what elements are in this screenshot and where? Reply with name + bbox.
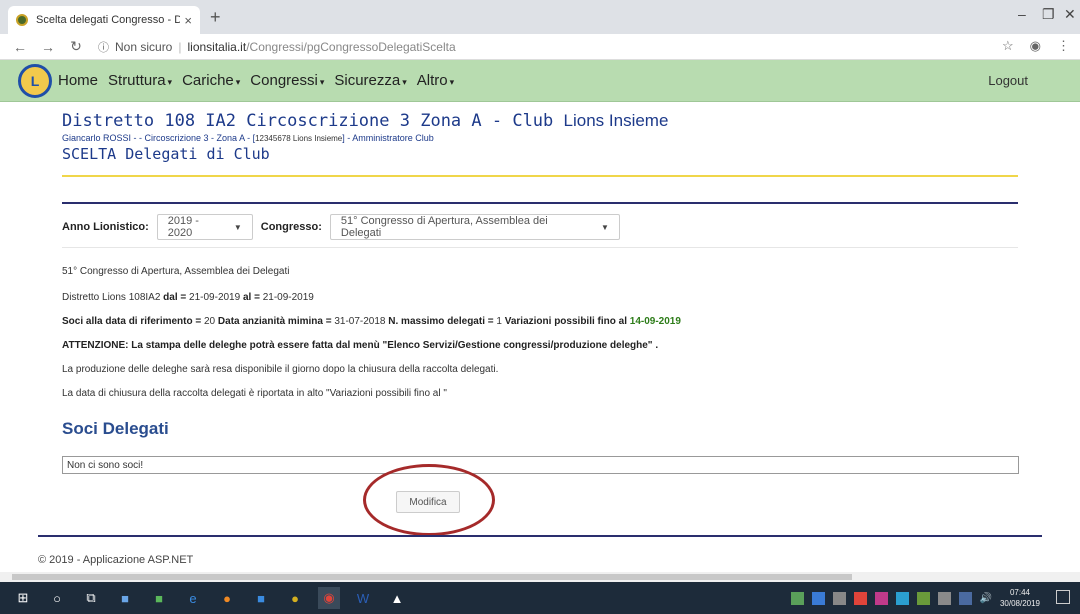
- system-tray: 🔊 07:44 30/08/2019: [790, 582, 1040, 614]
- menu-struttura[interactable]: Struttura ▾: [108, 72, 172, 89]
- lions-logo[interactable]: L: [18, 63, 52, 98]
- site-navbar: L Home Struttura ▾ Cariche ▾ Congressi ▾ Si…: [0, 60, 1080, 102]
- deadline-date: 14-09-2019: [629, 316, 681, 327]
- close-tab-icon[interactable]: ×: [184, 13, 192, 28]
- reload-icon[interactable]: ↻: [68, 38, 84, 55]
- dropdown-arrow-icon: ▼: [600, 222, 609, 232]
- footer-divider: [38, 535, 1042, 537]
- user-context-line: Giancarlo ROSSI - - Circoscrizione 3 - Z…: [62, 133, 434, 143]
- caret-down-icon: ▾: [319, 77, 325, 87]
- caret-down-icon: ▾: [235, 77, 241, 87]
- app-icon[interactable]: ■: [250, 587, 272, 609]
- info-closing-date: La data di chiusura della raccolta deleg…: [62, 388, 447, 399]
- tray-icon[interactable]: [811, 591, 825, 605]
- profile-icon[interactable]: ◉: [1030, 38, 1041, 54]
- modifica-button[interactable]: Modifica: [396, 491, 460, 513]
- page-title: Distretto 108 IA2 Circoscrizione 3 Zona …: [62, 111, 669, 131]
- url-path: /Congressi/pgCongressoDelegatiScelta: [246, 39, 456, 54]
- firefox-icon[interactable]: ●: [216, 587, 238, 609]
- info-production: La produzione delle deleghe sarà resa di…: [62, 364, 499, 375]
- tray-icon[interactable]: [895, 591, 909, 605]
- tray-icon[interactable]: [958, 591, 972, 605]
- congress-name: 51° Congresso di Apertura, Assemblea dei…: [62, 266, 290, 277]
- menu-cariche[interactable]: Cariche ▾: [182, 72, 240, 89]
- forward-icon[interactable]: →: [40, 39, 56, 55]
- close-window-icon[interactable]: ✕: [1064, 6, 1076, 23]
- navy-divider: [62, 202, 1018, 204]
- minimize-icon[interactable]: –: [1018, 6, 1026, 22]
- menu-sicurezza[interactable]: Sicurezza ▾: [334, 72, 406, 89]
- tray-icon[interactable]: [832, 591, 846, 605]
- empty-message: Non ci sono soci!: [67, 460, 144, 471]
- caret-down-icon: ▾: [402, 77, 407, 87]
- menu-home[interactable]: Home: [58, 72, 98, 89]
- attenzione-notice: ATTENZIONE: La stampa delle deleghe potr…: [62, 340, 659, 351]
- soci-table: Non ci sono soci!: [62, 456, 1019, 474]
- menu-altro[interactable]: Altro ▾: [417, 72, 454, 89]
- windows-taskbar: ⊞ ○ ⧉ ■ ■ e ● ■ ● ◉ W ▲ 🔊 07:44 30/08/20…: [0, 582, 1080, 614]
- logout-link[interactable]: Logout: [988, 73, 1028, 88]
- congresso-select[interactable]: 51° Congresso di Apertura, Assemblea dei…: [329, 214, 620, 240]
- notification-icon[interactable]: [1056, 590, 1070, 604]
- tray-icon[interactable]: [916, 591, 930, 605]
- filter-divider: [62, 247, 1018, 248]
- windows-start-icon[interactable]: ⊞: [12, 587, 34, 609]
- word-icon[interactable]: W: [352, 587, 374, 609]
- soci-summary: Soci alla data di riferimento = 20 Data …: [62, 316, 681, 327]
- menu-congressi[interactable]: Congressi ▾: [250, 72, 324, 89]
- caret-down-icon: ▾: [167, 77, 173, 87]
- tray-icon[interactable]: [790, 591, 804, 605]
- page-subtitle: SCELTA Delegati di Club: [62, 145, 270, 163]
- app-icon[interactable]: ■: [114, 587, 136, 609]
- browser-tab-bar: Scelta delegati Congresso - Distr × + – …: [0, 0, 1080, 34]
- url-separator: |: [178, 39, 182, 54]
- search-icon[interactable]: ○: [46, 587, 68, 609]
- security-label: Non sicuro: [115, 39, 173, 54]
- new-tab-button[interactable]: +: [210, 7, 221, 28]
- browser-menu-icon[interactable]: ⋮: [1057, 38, 1070, 54]
- task-view-icon[interactable]: ⧉: [80, 587, 102, 609]
- url-field[interactable]: ⓘ Non sicuro | lionsitalia.it /Congressi…: [98, 39, 456, 55]
- lions-favicon-icon: [16, 14, 28, 26]
- district-dates: Distretto Lions 108IA2 dal = 21-09-2019 …: [62, 292, 314, 303]
- maximize-icon[interactable]: ❐: [1042, 6, 1055, 23]
- horizontal-scrollbar[interactable]: [0, 572, 1080, 582]
- footer-copyright: © 2019 - Applicazione ASP.NET: [38, 554, 194, 566]
- soci-delegati-heading: Soci Delegati: [62, 419, 169, 438]
- anno-label: Anno Lionistico:: [62, 221, 149, 233]
- chrome-icon[interactable]: ◉: [318, 587, 340, 609]
- club-name: Lions Insieme: [563, 111, 669, 130]
- dropdown-arrow-icon: ▼: [233, 222, 242, 232]
- tab-title: Scelta delegati Congresso - Distr: [36, 14, 181, 26]
- address-bar: ← → ↻ ⓘ Non sicuro | lionsitalia.it /Con…: [0, 34, 1080, 60]
- app-icon[interactable]: ▲: [386, 587, 408, 609]
- back-icon[interactable]: ←: [12, 39, 28, 55]
- browser-tab[interactable]: Scelta delegati Congresso - Distr ×: [8, 6, 200, 34]
- yellow-divider: [62, 175, 1018, 177]
- main-menu: Home Struttura ▾ Cariche ▾ Congressi ▾ Sicu…: [58, 72, 464, 89]
- volume-icon[interactable]: 🔊: [980, 593, 992, 604]
- anno-select[interactable]: 2019 - 2020 ▼: [156, 214, 253, 240]
- url-domain: lionsitalia.it: [187, 39, 247, 54]
- bookmark-star-icon[interactable]: ☆: [1002, 38, 1014, 54]
- app-icon[interactable]: ■: [148, 587, 170, 609]
- app-icon[interactable]: ●: [284, 587, 306, 609]
- tray-icon[interactable]: [874, 591, 888, 605]
- filter-bar: Anno Lionistico: 2019 - 2020 ▼ Congresso:…: [62, 212, 620, 242]
- tray-icon[interactable]: [937, 591, 951, 605]
- caret-down-icon: ▾: [449, 77, 455, 87]
- edge-icon[interactable]: e: [182, 587, 204, 609]
- info-icon[interactable]: ⓘ: [98, 39, 109, 55]
- scrollbar-thumb[interactable]: [12, 574, 852, 580]
- taskbar-clock[interactable]: 07:44 30/08/2019: [1000, 587, 1040, 609]
- tray-icon[interactable]: [853, 591, 867, 605]
- congresso-label: Congresso:: [260, 221, 322, 233]
